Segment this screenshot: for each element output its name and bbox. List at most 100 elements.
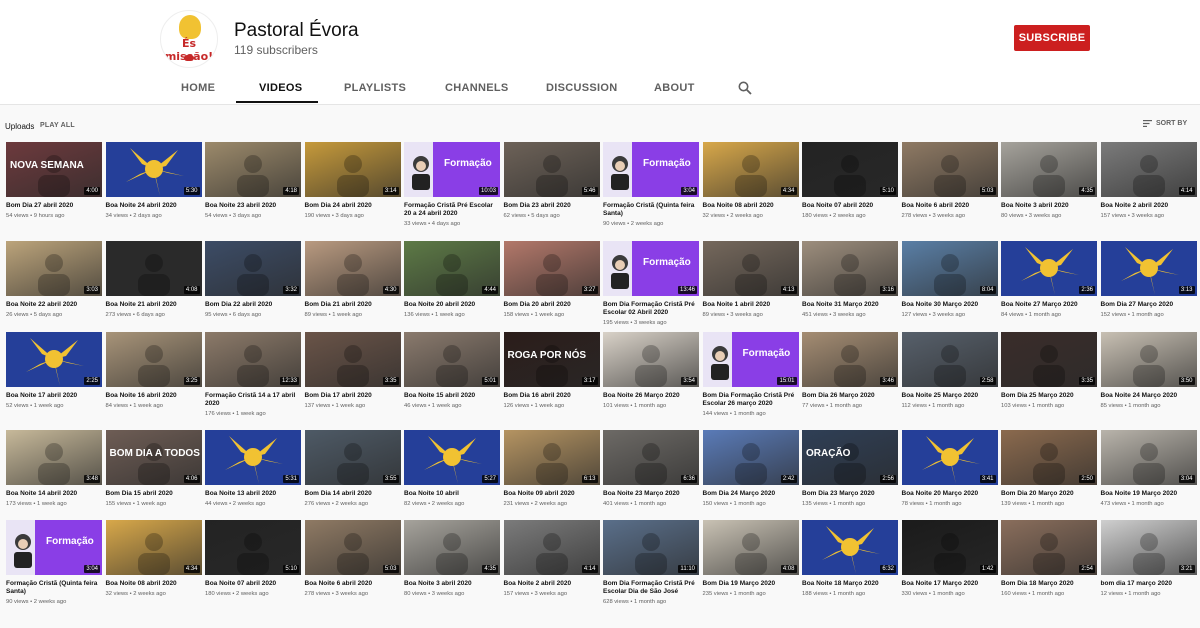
video-title[interactable]: Bom Dia 24 Março 2020 <box>703 490 799 498</box>
video-thumbnail[interactable]: 3:16 <box>802 241 898 296</box>
video-thumbnail[interactable]: 6:36 <box>603 430 699 485</box>
video-thumbnail[interactable]: 2:50 <box>1001 430 1097 485</box>
video-thumbnail[interactable]: 3:54 <box>603 332 699 387</box>
video-title[interactable]: Bom Dia Formação Cristã Pré Escolar Dia … <box>603 580 699 596</box>
video-thumbnail[interactable]: 5:30 <box>105 142 202 197</box>
video-thumbnail[interactable]: 6:32 <box>802 520 898 575</box>
video-thumbnail[interactable]: 2:54 <box>1001 520 1097 575</box>
video-thumbnail[interactable]: 12:33 <box>205 332 301 387</box>
video-title[interactable]: Bom Dia Formação Cristã Pré Escolar 26 m… <box>703 392 799 408</box>
video-title[interactable]: Boa Noite 19 Março 2020 <box>1101 490 1197 498</box>
video-title[interactable]: Bom Dia 15 abril 2020 <box>106 490 202 498</box>
tab-about[interactable]: ABOUT <box>654 82 695 94</box>
video-thumbnail[interactable]: 4:44 <box>404 241 500 296</box>
video-title[interactable]: Boa Noite 31 Março 2020 <box>802 301 898 309</box>
tab-home[interactable]: HOME <box>181 82 215 94</box>
video-title[interactable]: Bom Dia 27 Março 2020 <box>1101 301 1197 309</box>
video-title[interactable]: Boa Noite 25 Março 2020 <box>902 392 998 400</box>
video-thumbnail[interactable]: 2:42 <box>702 430 799 485</box>
video-thumbnail[interactable]: Formação 3:04 <box>603 142 699 197</box>
video-title[interactable]: Bom Dia 25 Março 2020 <box>1001 392 1097 400</box>
video-thumbnail[interactable]: 3:48 <box>6 430 102 485</box>
video-thumbnail[interactable]: Formação 10:03 <box>404 142 500 197</box>
video-thumbnail[interactable]: 3:35 <box>1001 332 1097 387</box>
video-title[interactable]: Boa Noite 14 abril 2020 <box>6 490 102 498</box>
video-thumbnail[interactable]: 3:35 <box>304 332 401 387</box>
video-thumbnail[interactable]: 4:14 <box>503 520 600 575</box>
video-thumbnail[interactable]: 5:10 <box>802 142 898 197</box>
video-thumbnail[interactable]: 3:27 <box>503 241 600 296</box>
video-title[interactable]: Boa Noite 10 abril <box>404 490 500 498</box>
video-title[interactable]: Boa Noite 07 abril 2020 <box>205 580 301 588</box>
video-title[interactable]: Bom Dia 23 Março 2020 <box>802 490 898 498</box>
video-title[interactable]: Boa Noite 18 Março 2020 <box>802 580 898 588</box>
video-thumbnail[interactable]: 5:31 <box>205 430 301 485</box>
tab-videos[interactable]: VIDEOS <box>259 82 302 94</box>
video-thumbnail[interactable]: 4:08 <box>702 520 799 575</box>
video-title[interactable]: Boa Noite 27 Março 2020 <box>1001 301 1097 309</box>
video-title[interactable]: Boa Noite 2 abril 2020 <box>504 580 600 588</box>
video-title[interactable]: Formação Cristã 14 a 17 abril 2020 <box>205 392 301 408</box>
video-thumbnail[interactable]: 4:08 <box>105 241 202 296</box>
tab-playlists[interactable]: PLAYLISTS <box>344 82 406 94</box>
video-title[interactable]: Bom Dia 26 Março 2020 <box>802 392 898 400</box>
video-title[interactable]: Bom Dia 24 abril 2020 <box>305 202 401 210</box>
video-title[interactable]: Boa Noite 3 abril 2020 <box>1001 202 1097 210</box>
video-thumbnail[interactable]: 4:14 <box>1100 142 1197 197</box>
video-title[interactable]: Boa Noite 15 abril 2020 <box>404 392 500 400</box>
video-title[interactable]: Boa Noite 17 abril 2020 <box>6 392 102 400</box>
video-thumbnail[interactable]: 3:03 <box>6 241 102 296</box>
video-thumbnail[interactable]: 5:03 <box>901 142 998 197</box>
video-title[interactable]: Bom Dia 23 abril 2020 <box>504 202 600 210</box>
video-title[interactable]: Bom Dia 14 abril 2020 <box>305 490 401 498</box>
video-title[interactable]: Boa Noite 24 abril 2020 <box>106 202 202 210</box>
video-thumbnail[interactable]: NOVA SEMANA 4:00 <box>6 142 102 197</box>
video-title[interactable]: Boa Noite 07 abril 2020 <box>802 202 898 210</box>
video-title[interactable]: Bom Dia Formação Cristã Pré Escolar 02 A… <box>603 301 699 317</box>
video-thumbnail[interactable]: 2:58 <box>901 332 998 387</box>
video-thumbnail[interactable]: 8:04 <box>901 241 998 296</box>
video-title[interactable]: Bom Dia 20 Março 2020 <box>1001 490 1097 498</box>
video-thumbnail[interactable]: 3:46 <box>802 332 898 387</box>
video-thumbnail[interactable]: 5:01 <box>404 332 500 387</box>
video-title[interactable]: bom dia 17 março 2020 <box>1101 580 1197 588</box>
video-title[interactable]: Bom Dia 21 abril 2020 <box>305 301 401 309</box>
video-title[interactable]: Boa Noite 22 abril 2020 <box>6 301 102 309</box>
video-thumbnail[interactable]: 4:35 <box>404 520 500 575</box>
video-thumbnail[interactable]: ORAÇÃO 2:56 <box>802 430 898 485</box>
tab-channels[interactable]: CHANNELS <box>445 82 509 94</box>
video-thumbnail[interactable]: 2:36 <box>1001 241 1097 296</box>
video-title[interactable]: Boa Noite 08 abril 2020 <box>703 202 799 210</box>
subscribe-button[interactable]: SUBSCRIBE <box>1014 25 1090 51</box>
video-title[interactable]: Boa Noite 08 abril 2020 <box>106 580 202 588</box>
video-thumbnail[interactable]: 5:03 <box>304 520 401 575</box>
video-title[interactable]: Formação Cristã (Quinta feira Santa) <box>6 580 102 596</box>
video-thumbnail[interactable]: 6:13 <box>503 430 600 485</box>
video-title[interactable]: Boa Noite 20 abril 2020 <box>404 301 500 309</box>
video-thumbnail[interactable]: 4:34 <box>105 520 202 575</box>
sort-by-button[interactable]: SORT BY <box>1143 120 1187 127</box>
video-thumbnail[interactable]: 4:30 <box>304 241 401 296</box>
video-thumbnail[interactable]: 3:21 <box>1100 520 1197 575</box>
tab-discussion[interactable]: DISCUSSION <box>546 82 617 94</box>
video-title[interactable]: Boa Noite 24 Março 2020 <box>1101 392 1197 400</box>
video-thumbnail[interactable]: 5:27 <box>404 430 500 485</box>
video-title[interactable]: Boa Noite 23 abril 2020 <box>205 202 301 210</box>
video-thumbnail[interactable]: 4:13 <box>702 241 799 296</box>
video-thumbnail[interactable]: 4:34 <box>702 142 799 197</box>
video-title[interactable]: Bom Dia 22 abril 2020 <box>205 301 301 309</box>
video-title[interactable]: Boa Noite 17 Março 2020 <box>902 580 998 588</box>
video-title[interactable]: Bom Dia 19 Março 2020 <box>703 580 799 588</box>
video-thumbnail[interactable]: 3:41 <box>901 430 998 485</box>
video-thumbnail[interactable]: 3:13 <box>1100 241 1197 296</box>
video-title[interactable]: Boa Noite 3 abril 2020 <box>404 580 500 588</box>
video-title[interactable]: Boa Noite 23 Março 2020 <box>603 490 699 498</box>
video-thumbnail[interactable]: 1:42 <box>901 520 998 575</box>
video-thumbnail[interactable]: BOM DIA A TODOS 4:06 <box>105 430 202 485</box>
video-thumbnail[interactable]: 5:10 <box>205 520 301 575</box>
play-all-button[interactable]: PLAY ALL <box>40 122 75 129</box>
channel-avatar[interactable]: És missão! <box>160 10 218 68</box>
video-title[interactable]: Boa Noite 16 abril 2020 <box>106 392 202 400</box>
video-thumbnail[interactable]: Formação 3:04 <box>6 520 102 575</box>
video-thumbnail[interactable]: 3:50 <box>1100 332 1197 387</box>
